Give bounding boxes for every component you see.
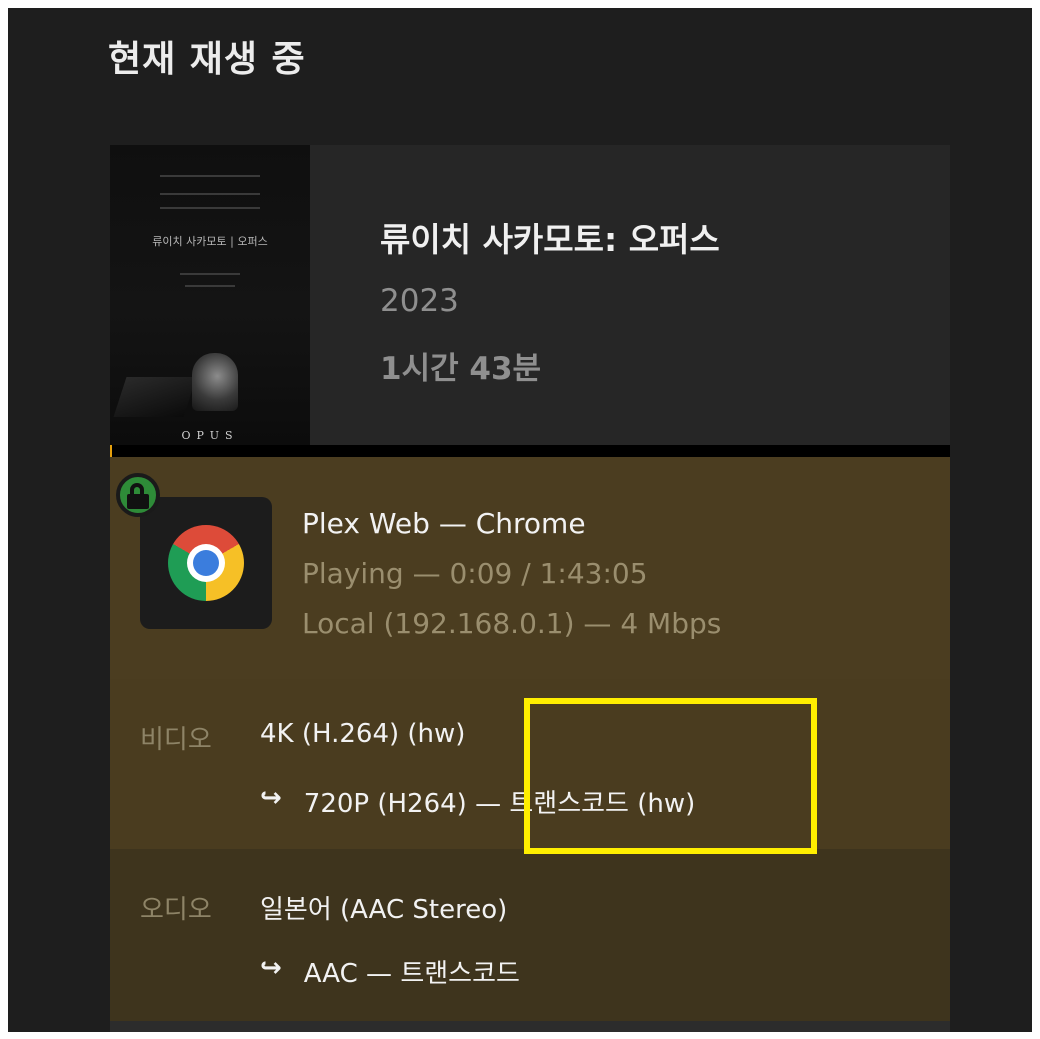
audio-source: 일본어 (AAC Stereo) [260, 895, 508, 925]
playback-progress-fill [110, 445, 112, 457]
poster-piano [113, 377, 197, 417]
poster-text-line [160, 175, 260, 177]
poster-opus-text: OPUS [181, 429, 239, 442]
video-stream-row: 비디오 4K (H.264) (hw) ↪ 720P (H264) — 트랜스코… [110, 679, 950, 849]
now-playing-card[interactable]: 류이치 사카모토 | 오퍼스 OPUS 류이치 사카모토: 오퍼스 2023 1… [110, 145, 950, 1032]
player-app-icon [140, 497, 272, 629]
poster-text-line [185, 285, 235, 287]
poster-text-line [160, 207, 260, 209]
poster-title: 류이치 사카모토 | 오퍼스 [152, 235, 268, 248]
poster-text-line [180, 273, 240, 275]
transcode-arrow-icon: ↪ [260, 953, 282, 983]
video-label: 비디오 [140, 725, 212, 755]
media-year: 2023 [380, 283, 459, 319]
card-footer [110, 1021, 950, 1032]
video-target-text: 720P (H264) — 트랜스코드 (hw) [303, 789, 696, 819]
audio-target: ↪ AAC — 트랜스코드 [260, 953, 520, 990]
poster-text-line [160, 193, 260, 195]
media-duration: 1시간 43분 [380, 351, 542, 387]
network-info: Local (192.168.0.1) — 4 Mbps [302, 607, 722, 640]
audio-target-text: AAC — 트랜스코드 [303, 959, 520, 989]
player-name: Plex Web — Chrome [302, 507, 586, 540]
transcode-arrow-icon: ↪ [260, 783, 282, 813]
now-playing-screen: 현재 재생 중 류이치 사카모토 | 오퍼스 OPUS 류이치 사카모토: 오퍼… [8, 8, 1032, 1032]
video-source: 4K (H.264) (hw) [260, 719, 466, 749]
poster-image[interactable]: 류이치 사카모토 | 오퍼스 OPUS [110, 145, 310, 445]
audio-stream-row: 오디오 일본어 (AAC Stereo) ↪ AAC — 트랜스코드 [110, 849, 950, 1021]
media-info: 류이치 사카모토 | 오퍼스 OPUS 류이치 사카모토: 오퍼스 2023 1… [110, 145, 950, 445]
media-title[interactable]: 류이치 사카모토: 오퍼스 [380, 213, 720, 261]
video-target: ↪ 720P (H264) — 트랜스코드 (hw) [260, 783, 695, 820]
poster-figure [192, 353, 238, 411]
audio-label: 오디오 [140, 895, 212, 925]
page-title: 현재 재생 중 [108, 39, 306, 80]
lock-icon [116, 473, 160, 517]
session-info: Plex Web — Chrome Playing — 0:09 / 1:43:… [110, 457, 950, 679]
chrome-icon [168, 525, 244, 601]
playback-progress-bar [110, 445, 950, 457]
playback-state: Playing — 0:09 / 1:43:05 [302, 557, 648, 590]
